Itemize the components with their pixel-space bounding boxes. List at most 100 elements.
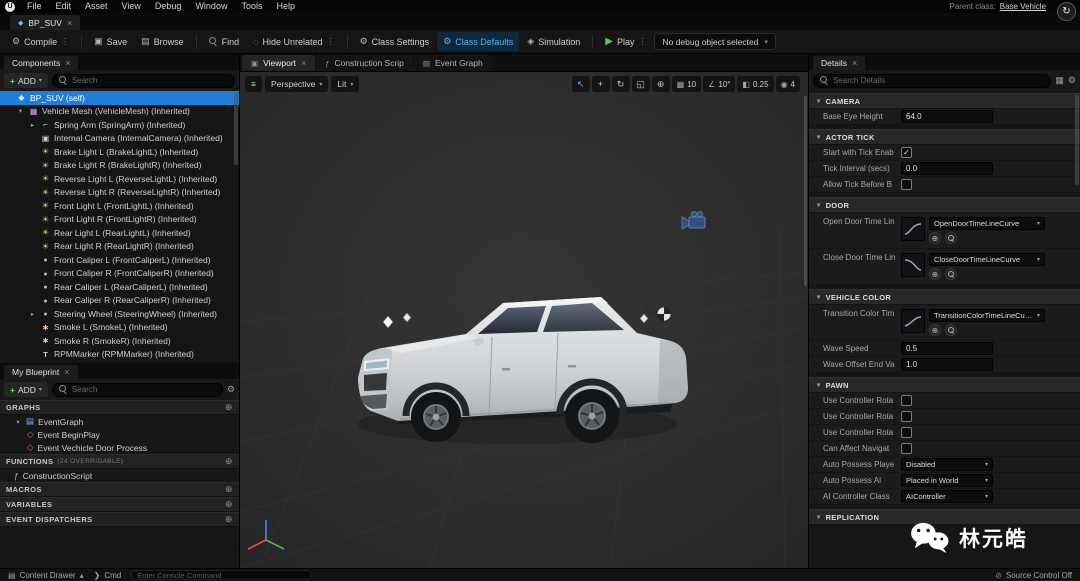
section-graphs[interactable]: GRAPHS: [0, 400, 239, 415]
component-item[interactable]: Rear Caliper L (RearCaliperL) (Inherited…: [0, 280, 239, 294]
move-tool-button[interactable]: [591, 76, 610, 92]
menu-view[interactable]: View: [115, 0, 148, 13]
menu-debug[interactable]: Debug: [148, 0, 189, 13]
use-controller-rotation-checkbox[interactable]: [901, 427, 912, 438]
event-door-process-item[interactable]: Event Vechicle Door Process: [0, 441, 239, 454]
gear-icon[interactable]: [1068, 75, 1076, 86]
use-selected-asset-icon[interactable]: [929, 268, 941, 280]
component-item[interactable]: Steering Wheel (SteeringWheel) (Inherite…: [0, 307, 239, 321]
debug-object-select[interactable]: No debug object selected: [654, 33, 776, 50]
select-tool-button[interactable]: [571, 76, 590, 92]
component-item[interactable]: Smoke R (SmokeR) (Inherited): [0, 334, 239, 348]
find-button[interactable]: Find: [203, 32, 246, 51]
component-item[interactable]: Front Light L (FrontLightL) (Inherited): [0, 199, 239, 213]
parent-class-link[interactable]: Base Vehicle: [1000, 2, 1046, 11]
component-item[interactable]: RPMMarker (RPMMarker) (Inherited): [0, 348, 239, 362]
world-space-toggle[interactable]: [651, 76, 670, 92]
expander-icon[interactable]: [28, 310, 37, 318]
tab-components[interactable]: Components: [4, 56, 79, 70]
browse-asset-icon[interactable]: [945, 268, 957, 280]
menu-window[interactable]: Window: [188, 0, 234, 13]
property-matrix-icon[interactable]: [1055, 75, 1064, 86]
menu-tools[interactable]: Tools: [234, 0, 269, 13]
play-options-icon[interactable]: [638, 37, 646, 46]
transition-color-curve-select[interactable]: TransitionColorTimeLineCurve: [929, 309, 1045, 322]
menu-help[interactable]: Help: [269, 0, 302, 13]
close-icon[interactable]: [67, 18, 72, 28]
curve-asset-thumbnail[interactable]: [901, 217, 925, 241]
can-affect-navigation-checkbox[interactable]: [901, 443, 912, 454]
ai-controller-class-select[interactable]: AIController: [901, 490, 993, 503]
class-defaults-button[interactable]: Class Defaults: [437, 32, 520, 51]
checker-marker-gizmo[interactable]: [656, 306, 672, 322]
wave-speed-input[interactable]: 0.5: [901, 342, 993, 355]
wave-offset-input[interactable]: 1.0: [901, 358, 993, 371]
viewport-canvas[interactable]: Perspective Lit 10 10°: [240, 72, 808, 568]
use-selected-asset-icon[interactable]: [929, 324, 941, 336]
tab-bp-suv[interactable]: BP_SUV: [10, 15, 81, 30]
components-search-input[interactable]: Search: [51, 73, 235, 88]
use-controller-rotation-checkbox[interactable]: [901, 411, 912, 422]
close-icon[interactable]: [852, 58, 857, 68]
compile-options-icon[interactable]: [61, 37, 69, 46]
circular-arrow-badge[interactable]: [1057, 2, 1076, 21]
expander-icon[interactable]: [28, 121, 37, 129]
tab-event-graph[interactable]: Event Graph: [413, 55, 492, 71]
auto-possess-ai-select[interactable]: Placed in World: [901, 474, 993, 487]
tab-construction-script[interactable]: Construction Scrip: [316, 55, 413, 71]
vehicle-color-section-header[interactable]: VEHICLE COLOR: [809, 289, 1080, 305]
section-event-dispatchers[interactable]: EVENT DISPATCHERS: [0, 512, 239, 527]
use-selected-asset-icon[interactable]: [929, 232, 941, 244]
browse-button[interactable]: Browse: [135, 32, 190, 51]
component-item[interactable]: Rear Light R (RearLightR) (Inherited): [0, 240, 239, 254]
component-item[interactable]: Reverse Light L (ReverseLightL) (Inherit…: [0, 172, 239, 186]
add-blueprint-item-button[interactable]: ADD: [4, 382, 48, 397]
tab-my-blueprint[interactable]: My Blueprint: [4, 365, 78, 379]
component-item[interactable]: Spring Arm (SpringArm) (Inherited): [0, 118, 239, 132]
hide-unrelated-options-icon[interactable]: [327, 37, 335, 46]
close-icon[interactable]: [65, 58, 70, 68]
event-begin-play-item[interactable]: Event BeginPlay: [0, 428, 239, 441]
scrollbar[interactable]: [804, 96, 807, 286]
component-item[interactable]: Front Caliper L (FrontCaliperL) (Inherit…: [0, 253, 239, 267]
base-eye-height-input[interactable]: 64.0: [901, 110, 993, 123]
scale-snap-control[interactable]: 0.25: [737, 76, 774, 92]
play-button[interactable]: Play: [599, 32, 652, 51]
curve-asset-thumbnail[interactable]: [901, 253, 925, 277]
add-dispatcher-icon[interactable]: [225, 514, 233, 525]
save-button[interactable]: Save: [88, 32, 133, 51]
view-mode-select[interactable]: Lit: [331, 76, 360, 92]
grid-snap-control[interactable]: 10: [671, 76, 702, 92]
close-door-curve-select[interactable]: CloseDoorTimeLineCurve: [929, 253, 1045, 266]
component-item[interactable]: BP_SUV (self): [0, 91, 239, 105]
expander-icon[interactable]: [14, 418, 22, 426]
tick-interval-input[interactable]: 0.0: [901, 162, 993, 175]
details-search-input[interactable]: Search Details: [813, 73, 1052, 88]
component-item[interactable]: Vehicle Mesh (VehicleMesh) (Inherited): [0, 105, 239, 119]
component-item[interactable]: Brake Light L (BrakeLightL) (Inherited): [0, 145, 239, 159]
class-settings-button[interactable]: Class Settings: [354, 32, 436, 51]
component-item[interactable]: Smoke L (SmokeL) (Inherited): [0, 321, 239, 335]
camera-section-header[interactable]: CAMERA: [809, 93, 1080, 109]
add-macro-icon[interactable]: [225, 484, 233, 495]
add-function-icon[interactable]: [225, 456, 233, 467]
construction-script-item[interactable]: ConstructionScript: [0, 469, 239, 482]
close-icon[interactable]: [64, 367, 69, 377]
camera-speed-control[interactable]: 4: [775, 76, 800, 92]
pawn-section-header[interactable]: PAWN: [809, 377, 1080, 393]
auto-possess-player-select[interactable]: Disabled: [901, 458, 993, 471]
component-item[interactable]: Internal Camera (InternalCamera) (Inheri…: [0, 132, 239, 146]
component-item[interactable]: Reverse Light R (ReverseLightR) (Inherit…: [0, 186, 239, 200]
curve-asset-thumbnail[interactable]: [901, 309, 925, 333]
rotation-snap-control[interactable]: 10°: [703, 76, 736, 92]
add-graph-icon[interactable]: [225, 402, 233, 413]
component-item[interactable]: Front Caliper R (FrontCaliperR) (Inherit…: [0, 267, 239, 281]
simulation-button[interactable]: Simulation: [521, 32, 586, 51]
section-functions[interactable]: FUNCTIONS (24 OVERRIDABLE): [0, 454, 239, 469]
allow-tick-checkbox[interactable]: [901, 179, 912, 190]
scrollbar[interactable]: [234, 93, 238, 165]
section-variables[interactable]: VARIABLES: [0, 497, 239, 512]
menu-asset[interactable]: Asset: [78, 0, 115, 13]
component-item[interactable]: Front Light R (FrontLightR) (Inherited): [0, 213, 239, 227]
perspective-select[interactable]: Perspective: [264, 76, 329, 92]
